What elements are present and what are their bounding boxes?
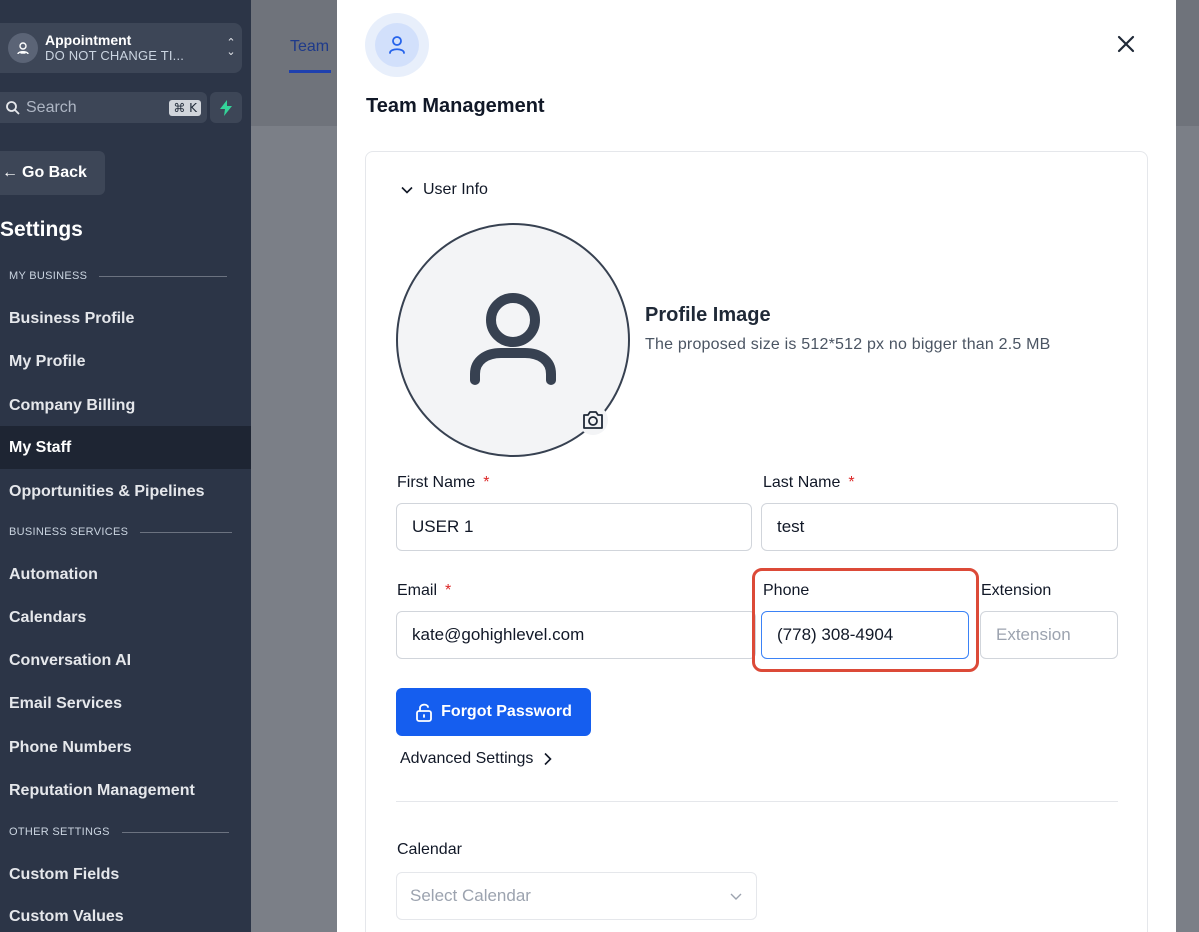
active-tab-indicator — [289, 70, 331, 73]
location-switcher[interactable]: Appointment DO NOT CHANGE TI... ⌃ ⌄ — [0, 23, 242, 73]
profile-image-subtitle: The proposed size is 512*512 px no bigge… — [645, 336, 1051, 353]
user-icon — [389, 36, 405, 54]
camera-icon — [583, 411, 603, 429]
sidebar-item-calendars[interactable]: Calendars — [0, 596, 251, 639]
arrow-left-icon: ← — [2, 164, 18, 181]
section-other-settings: OTHER SETTINGS — [9, 826, 229, 838]
section-my-business: MY BUSINESS — [9, 270, 228, 282]
section-divider — [396, 801, 1118, 802]
location-icon — [8, 33, 38, 63]
sidebar-item-business-profile[interactable]: Business Profile — [0, 297, 251, 340]
sidebar-item-my-staff[interactable]: My Staff — [0, 426, 251, 469]
last-name-label: Last Name * — [763, 474, 855, 491]
section-business-services: BUSINESS SERVICES — [9, 526, 233, 538]
extension-label: Extension — [981, 582, 1052, 599]
required-asterisk: * — [445, 582, 452, 599]
first-name-input[interactable] — [396, 503, 752, 551]
user-info-card: User Info Profile Image The proposed siz… — [365, 151, 1148, 932]
sidebar-item-opportunities-pipelines[interactable]: Opportunities & Pipelines — [0, 470, 251, 513]
tab-team[interactable]: Team — [290, 38, 329, 56]
lightning-bolt-icon — [220, 99, 232, 116]
camera-button[interactable] — [578, 405, 608, 435]
user-icon — [470, 293, 556, 385]
sidebar-item-email-services[interactable]: Email Services — [0, 682, 251, 725]
advanced-settings-link[interactable]: Advanced Settings — [400, 750, 553, 768]
required-asterisk: * — [848, 474, 855, 491]
extension-input[interactable] — [980, 611, 1118, 659]
first-name-label: First Name * — [397, 474, 490, 491]
sidebar-item-custom-values[interactable]: Custom Values — [0, 895, 251, 932]
advanced-settings-label: Advanced Settings — [400, 750, 534, 767]
unlock-icon — [416, 703, 433, 722]
profile-image-title: Profile Image — [645, 304, 771, 326]
close-button[interactable] — [1115, 33, 1137, 55]
last-name-input[interactable] — [761, 503, 1118, 551]
forgot-password-button[interactable]: Forgot Password — [396, 688, 591, 736]
drawer-header-icon — [365, 13, 429, 77]
chevron-down-icon — [730, 893, 742, 900]
go-back-button[interactable]: ← Go Back — [0, 151, 105, 195]
chevron-down-icon — [401, 186, 413, 194]
sidebar-item-automation[interactable]: Automation — [0, 553, 251, 596]
close-icon — [1117, 35, 1135, 53]
calendar-label: Calendar — [397, 841, 462, 858]
email-input[interactable] — [396, 611, 756, 659]
search-shortcut: ⌘ K — [169, 99, 201, 116]
search-box[interactable]: ⌘ K — [0, 92, 207, 123]
location-subtitle: DO NOT CHANGE TI... — [45, 48, 185, 63]
settings-title: Settings — [0, 218, 83, 241]
email-label: Email * — [397, 582, 452, 599]
drawer-title: Team Management — [366, 95, 545, 117]
required-asterisk: * — [483, 474, 490, 491]
go-back-label: Go Back — [22, 164, 87, 181]
location-title: Appointment — [45, 32, 132, 48]
sidebar-item-my-profile[interactable]: My Profile — [0, 340, 251, 383]
chevron-up-down-icon: ⌃ ⌄ — [226, 37, 236, 58]
sidebar-item-conversation-ai[interactable]: Conversation AI — [0, 639, 251, 682]
chevron-right-icon — [544, 752, 553, 766]
forgot-password-label: Forgot Password — [441, 703, 572, 720]
sidebar-item-custom-fields[interactable]: Custom Fields — [0, 853, 251, 896]
user-info-toggle[interactable]: User Info — [400, 181, 488, 199]
search-input[interactable] — [26, 98, 170, 117]
user-info-label: User Info — [423, 181, 488, 198]
sidebar: Appointment DO NOT CHANGE TI... ⌃⌄ ⌘ K ←… — [0, 0, 251, 932]
calendar-placeholder: Select Calendar — [410, 886, 531, 905]
team-management-drawer: Team Management User Info Profile Image … — [337, 0, 1176, 932]
calendar-select[interactable]: Select Calendar — [396, 872, 757, 920]
sidebar-item-phone-numbers[interactable]: Phone Numbers — [0, 726, 251, 769]
search-icon — [6, 100, 20, 115]
phone-highlight — [752, 568, 979, 672]
sidebar-item-reputation-management[interactable]: Reputation Management — [0, 769, 251, 812]
sidebar-item-company-billing[interactable]: Company Billing — [0, 384, 251, 427]
quick-actions-button[interactable] — [210, 92, 242, 123]
